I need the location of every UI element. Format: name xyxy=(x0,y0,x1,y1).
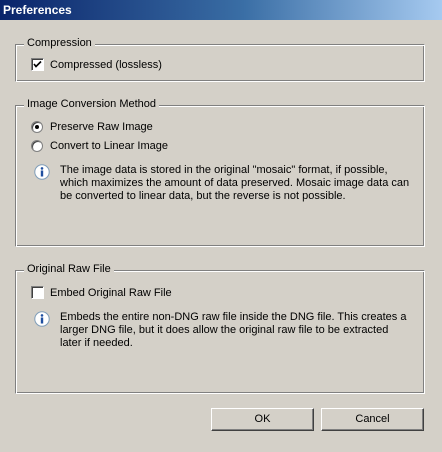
embed-raw-checkbox-row[interactable]: Embed Original Raw File xyxy=(31,286,172,299)
original-raw-group-title: Original Raw File xyxy=(24,263,114,275)
cancel-button[interactable]: Cancel xyxy=(321,408,424,431)
radio-convert-linear[interactable]: Convert to Linear Image xyxy=(31,140,168,152)
info-icon xyxy=(34,164,50,180)
conversion-group: Image Conversion Method Preserve Raw Ima… xyxy=(15,98,425,247)
radio-convert-linear-label: Convert to Linear Image xyxy=(50,140,169,152)
info-icon xyxy=(34,311,50,327)
checkmark-icon xyxy=(33,60,42,68)
compressed-checkbox[interactable] xyxy=(31,58,44,71)
conversion-group-title: Image Conversion Method xyxy=(24,98,160,110)
embed-raw-checkbox[interactable] xyxy=(31,286,44,299)
original-raw-group: Original Raw File Embed Original Raw Fil… xyxy=(15,263,425,394)
conversion-info: The image data is stored in the original… xyxy=(34,164,410,203)
radio-preserve-raw-label: Preserve Raw Image xyxy=(50,121,153,133)
compression-group: Compression Compressed (lossless) xyxy=(15,37,425,82)
radio-convert-linear-button[interactable] xyxy=(31,140,43,152)
conversion-info-text: The image data is stored in the original… xyxy=(60,164,410,202)
original-raw-info: Embeds the entire non-DNG raw file insid… xyxy=(34,311,410,350)
radio-preserve-raw-button[interactable] xyxy=(31,121,43,133)
window-title: Preferences xyxy=(3,3,72,17)
compression-group-title: Compression xyxy=(24,37,95,49)
compressed-checkbox-row[interactable]: Compressed (lossless) xyxy=(31,58,162,71)
title-bar: Preferences xyxy=(0,0,442,20)
compressed-checkbox-label: Compressed (lossless) xyxy=(50,58,162,71)
embed-raw-checkbox-label: Embed Original Raw File xyxy=(50,286,172,299)
radio-preserve-raw[interactable]: Preserve Raw Image xyxy=(31,121,153,133)
ok-button[interactable]: OK xyxy=(211,408,314,431)
original-raw-info-text: Embeds the entire non-DNG raw file insid… xyxy=(60,311,407,349)
